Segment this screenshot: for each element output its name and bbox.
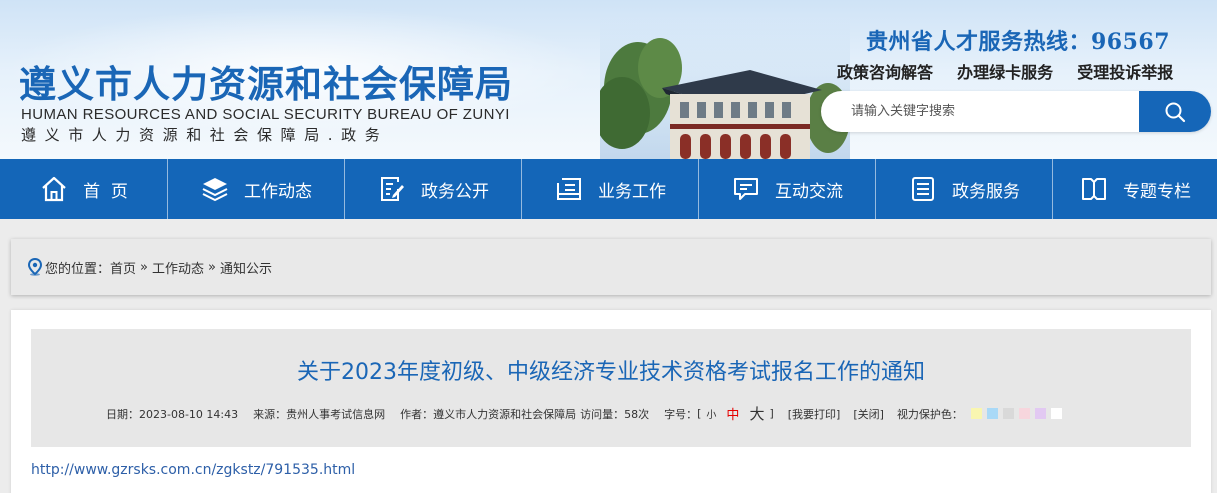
article-author: 作者：遵义市人力资源和社会保障局 xyxy=(400,407,577,421)
eye-care-label: 视力保护色： xyxy=(896,407,963,421)
article-views: 访问量：58次 xyxy=(580,407,650,421)
article-source-link[interactable]: http://www.gzrsks.com.cn/zgkstz/791535.h… xyxy=(31,462,355,478)
breadcrumb-separator: » xyxy=(208,259,216,275)
list-icon xyxy=(908,174,938,204)
book-icon xyxy=(1079,174,1109,204)
nav-item-gov-open[interactable]: 政务公开 xyxy=(345,159,522,219)
nav-item-home[interactable]: 首 页 xyxy=(0,159,168,219)
breadcrumb-notice[interactable]: 通知公示 xyxy=(220,258,272,277)
eye-care-swatch-gray[interactable] xyxy=(1002,408,1014,419)
service-complaint[interactable]: 受理投诉举报 xyxy=(1077,59,1173,83)
location-pin-icon xyxy=(27,258,43,276)
search-icon xyxy=(1165,102,1186,122)
article-meta: 日期：2023-08-10 14:43 来源：贵州人事考试信息网 作者：遵义市人… xyxy=(106,403,1067,424)
eye-care-swatch-blue[interactable] xyxy=(986,408,998,419)
article-title: 关于2023年度初级、中级经济专业技术资格考试报名工作的通知 xyxy=(297,360,925,385)
breadcrumb-prefix: 您的位置： xyxy=(45,261,111,277)
breadcrumb: 您的位置： 首页 » 工作动态 » 通知公示 xyxy=(11,239,1211,295)
site-subtitle: 遵义市人力资源和社会保障局.政务 xyxy=(21,126,389,144)
site-title[interactable]: 遵义市人力资源和社会保障局 xyxy=(19,54,513,108)
font-size-large[interactable]: 大 xyxy=(749,403,764,424)
article-source: 来源：贵州人事考试信息网 xyxy=(253,407,386,421)
font-size-small[interactable]: 小 xyxy=(706,406,716,421)
nav-item-special[interactable]: 专题专栏 xyxy=(1053,159,1217,219)
service-links: 政策咨询解答 办理绿卡服务 受理投诉举报 xyxy=(837,59,1173,83)
eye-care-swatch-white[interactable] xyxy=(1050,408,1062,419)
breadcrumb-home[interactable]: 首页 xyxy=(110,258,136,277)
search-input[interactable] xyxy=(821,91,1139,132)
nav-item-interaction[interactable]: 互动交流 xyxy=(699,159,876,219)
nav-item-label: 首 页 xyxy=(83,181,128,202)
nav-item-label: 业务工作 xyxy=(598,181,666,202)
search-box xyxy=(821,91,1211,132)
close-link[interactable]: [关闭] xyxy=(853,406,884,422)
font-size-medium[interactable]: 中 xyxy=(726,404,739,423)
nav-item-label: 政务公开 xyxy=(421,181,489,202)
nav-item-label: 工作动态 xyxy=(244,181,312,202)
breadcrumb-work-news[interactable]: 工作动态 xyxy=(152,258,204,277)
site-title-en: HUMAN RESOURCES AND SOCIAL SECURITY BURE… xyxy=(21,106,510,123)
nav-item-business[interactable]: 业务工作 xyxy=(522,159,699,219)
document-edit-icon xyxy=(377,174,407,204)
article-header: 关于2023年度初级、中级经济专业技术资格考试报名工作的通知 日期：2023-0… xyxy=(31,329,1191,447)
article-date: 日期：2023-08-10 14:43 xyxy=(106,407,239,421)
font-size-label: 字号： xyxy=(664,407,698,421)
service-green-card[interactable]: 办理绿卡服务 xyxy=(957,59,1053,83)
nav-item-gov-service[interactable]: 政务服务 xyxy=(876,159,1053,219)
eye-care-swatch-yellow[interactable] xyxy=(970,408,982,419)
home-icon xyxy=(39,174,69,204)
nav-item-label: 互动交流 xyxy=(775,181,843,202)
print-link[interactable]: [我要打印] xyxy=(788,406,841,422)
building-illustration xyxy=(600,18,850,159)
layers-icon xyxy=(200,174,230,204)
font-size-bracket-close: ] xyxy=(769,407,774,420)
briefcase-icon xyxy=(554,174,584,204)
eye-care-swatch-purple[interactable] xyxy=(1034,408,1046,419)
hotline-text: 贵州省人才服务热线：96567 xyxy=(866,29,1171,55)
article-panel: 关于2023年度初级、中级经济专业技术资格考试报名工作的通知 日期：2023-0… xyxy=(11,310,1211,493)
nav-item-label: 专题专栏 xyxy=(1123,181,1191,202)
search-button[interactable] xyxy=(1139,91,1211,132)
nav-item-work-news[interactable]: 工作动态 xyxy=(168,159,345,219)
service-policy-consult[interactable]: 政策咨询解答 xyxy=(837,59,933,83)
breadcrumb-separator: » xyxy=(140,259,148,275)
font-size-bracket-open: [ xyxy=(697,407,702,420)
nav-item-label: 政务服务 xyxy=(952,181,1020,202)
chat-icon xyxy=(731,174,761,204)
site-header: 遵义市人力资源和社会保障局 HUMAN RESOURCES AND SOCIAL… xyxy=(0,0,1217,159)
main-nav: 首 页 工作动态 政务公开 业务工作 互动交流 政务服务 专题专栏 xyxy=(0,159,1217,219)
eye-care-swatch-pink[interactable] xyxy=(1018,408,1030,419)
